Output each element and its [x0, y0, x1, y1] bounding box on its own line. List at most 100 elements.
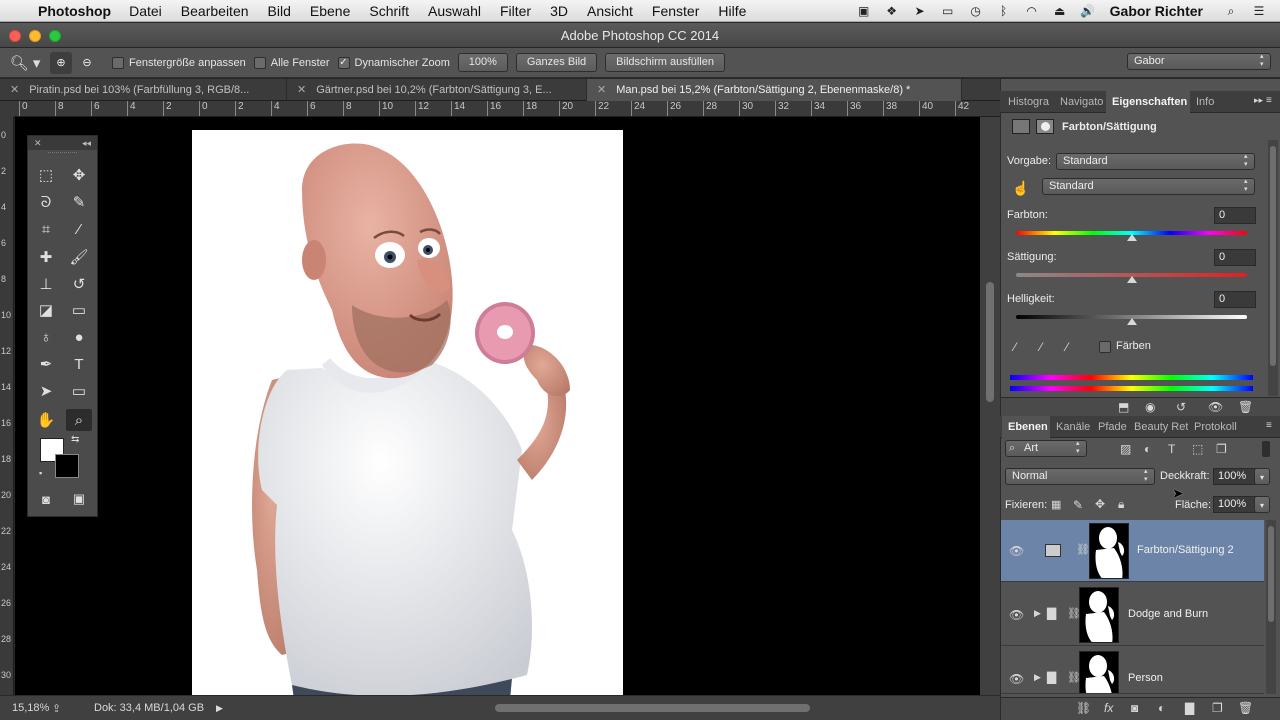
tab-paths[interactable]: Pfade: [1092, 416, 1128, 438]
hand-tool-icon[interactable]: ✋: [33, 409, 59, 431]
close-window-button[interactable]: [9, 30, 21, 42]
zoom-tool-icon[interactable]: ⌕: [66, 409, 92, 431]
new-adjustment-layer-icon[interactable]: ◐: [1158, 701, 1165, 715]
zoom-level[interactable]: 15,18%: [0, 702, 52, 714]
background-color-swatch[interactable]: [55, 454, 79, 478]
eyedropper-tool-icon[interactable]: ⁄: [66, 218, 92, 240]
eyedropper-minus-icon[interactable]: ⁄: [1066, 340, 1068, 354]
wifi-icon[interactable]: ◠: [1023, 4, 1041, 18]
forward-icon[interactable]: ➤: [911, 4, 929, 18]
tab-info[interactable]: Info: [1190, 91, 1226, 113]
layer-name[interactable]: Dodge and Burn: [1128, 608, 1208, 620]
vertical-scroll-thumb[interactable]: [986, 282, 994, 402]
zoom-100-button[interactable]: 100%: [457, 53, 508, 72]
expand-group-icon[interactable]: ▶: [1034, 672, 1041, 683]
menu-hilfe[interactable]: Hilfe: [718, 3, 746, 19]
layer-mask-thumbnail[interactable]: [1079, 651, 1119, 693]
pen-tool-icon[interactable]: ✒: [33, 353, 59, 375]
lightness-input[interactable]: 0: [1214, 291, 1256, 308]
menu-ebene[interactable]: Ebene: [310, 3, 350, 19]
quick-selection-tool-icon[interactable]: ✎: [66, 191, 92, 213]
visibility-eye-icon[interactable]: 👁︎: [1009, 608, 1024, 622]
dynamic-zoom-checkbox[interactable]: ✓: [337, 56, 350, 69]
opacity-slider-toggle[interactable]: ▾: [1254, 468, 1270, 485]
tab-histogram[interactable]: Histogra: [1002, 91, 1054, 113]
chain-link-icon[interactable]: ⛓︎: [1076, 543, 1090, 556]
blur-tool-icon[interactable]: ♁: [33, 326, 59, 348]
fit-window-checkbox[interactable]: [112, 56, 124, 69]
gradient-tool-icon[interactable]: ▭: [66, 299, 92, 321]
properties-scrollbar[interactable]: [1268, 140, 1278, 396]
eyedropper-icon[interactable]: ⁄: [1014, 340, 1016, 354]
layer-mask-icon[interactable]: [1036, 119, 1054, 134]
clip-to-layer-icon[interactable]: ⬒: [1118, 400, 1129, 414]
horizontal-ruler[interactable]: 0 8 6 4 2 0 2 4 6 8 10 12 14 16 18 20 22 24 26 28 30 32 34 36 38…: [14, 101, 1000, 117]
time-machine-icon[interactable]: ◷: [967, 4, 985, 18]
airplay-icon[interactable]: ▭: [939, 4, 957, 18]
opacity-input[interactable]: 100%: [1213, 468, 1257, 485]
close-tab-icon[interactable]: ✕: [297, 84, 306, 96]
menu-ansicht[interactable]: Ansicht: [587, 3, 633, 19]
preset-dropdown[interactable]: Standard: [1056, 153, 1255, 170]
tab-navigator[interactable]: Navigato: [1054, 91, 1106, 113]
visibility-eye-icon[interactable]: 👁︎: [1208, 400, 1223, 414]
hue-slider-knob[interactable]: [1127, 234, 1137, 241]
spotlight-search-icon[interactable]: ⌕: [1222, 4, 1240, 18]
tab-layers[interactable]: Ebenen: [1002, 416, 1050, 438]
new-group-icon[interactable]: ▇: [1185, 701, 1194, 715]
filter-toggle-switch[interactable]: [1262, 441, 1270, 457]
dodge-tool-icon[interactable]: ●: [66, 326, 92, 348]
fill-slider-toggle[interactable]: ▾: [1254, 496, 1270, 513]
zoom-in-icon[interactable]: ⊕: [50, 51, 72, 74]
layer-filter-dropdown[interactable]: Art: [1005, 440, 1087, 457]
delete-layer-icon[interactable]: 🗑︎: [1238, 701, 1253, 715]
tab-channels[interactable]: Kanäle: [1050, 416, 1092, 438]
layers-scrollbar[interactable]: [1266, 520, 1276, 694]
panel-menu-icon[interactable]: ≡: [1266, 95, 1272, 106]
monitor-icon[interactable]: ▣: [855, 4, 873, 18]
eject-icon[interactable]: ⏏: [1051, 4, 1069, 18]
ruler-corner[interactable]: [0, 101, 14, 117]
blend-mode-dropdown[interactable]: Normal: [1005, 468, 1155, 485]
tab-piratin[interactable]: ✕ Piratin.psd bei 103% (Farbfüllung 3, RG…: [0, 79, 287, 101]
close-panel-icon[interactable]: ✕: [34, 138, 42, 149]
rectangle-tool-icon[interactable]: ▭: [66, 380, 92, 402]
lasso-tool-icon[interactable]: ᘐ: [33, 191, 59, 213]
close-tab-icon[interactable]: ✕: [597, 84, 606, 96]
notification-list-icon[interactable]: ☰: [1250, 4, 1268, 18]
menu-3d[interactable]: 3D: [550, 3, 568, 19]
tab-man[interactable]: ✕ Man.psd bei 15,2% (Farbton/Sättigung 2,…: [587, 79, 962, 101]
crop-tool-icon[interactable]: ⌗: [33, 218, 59, 240]
tab-beauty-retouch[interactable]: Beauty Ret: [1128, 416, 1188, 438]
minimize-window-button[interactable]: [29, 30, 41, 42]
fill-input[interactable]: 100%: [1213, 496, 1257, 513]
colorize-checkbox[interactable]: [1099, 341, 1111, 353]
view-previous-icon[interactable]: ◉: [1145, 400, 1155, 414]
menu-app[interactable]: Photoshop: [38, 3, 111, 19]
swap-colors-icon[interactable]: ⇆: [71, 434, 79, 445]
zoom-out-icon[interactable]: ⊖: [76, 56, 98, 69]
screen-mode-icon[interactable]: ▣: [66, 488, 92, 510]
quick-mask-icon[interactable]: ◙: [33, 488, 59, 510]
expand-group-icon[interactable]: ▶: [1034, 608, 1041, 619]
horizontal-scroll-thumb[interactable]: [495, 704, 810, 712]
history-brush-tool-icon[interactable]: ↺: [66, 273, 92, 295]
filter-shape-layers-icon[interactable]: ⬚: [1192, 442, 1203, 456]
tab-properties[interactable]: Eigenschaften: [1106, 91, 1190, 113]
marquee-tool-icon[interactable]: ⬚: [33, 164, 59, 186]
add-mask-icon[interactable]: ◙: [1131, 701, 1138, 715]
whole-image-button[interactable]: Ganzes Bild: [515, 53, 598, 72]
filter-smart-objects-icon[interactable]: ❐: [1216, 442, 1227, 456]
menu-bild[interactable]: Bild: [268, 3, 291, 19]
layer-row[interactable]: 👁︎ ▶ ▇ ⛓︎ Dodge and Burn: [1001, 584, 1264, 646]
panel-menu-icon[interactable]: ≡: [1266, 420, 1272, 431]
menu-filter[interactable]: Filter: [500, 3, 531, 19]
eraser-tool-icon[interactable]: ◪: [33, 299, 59, 321]
eyedropper-plus-icon[interactable]: ⁄: [1040, 340, 1042, 354]
vertical-ruler[interactable]: 0 2 4 6 8 10 12 14 16 18 20 22 24 26 28 30: [0, 117, 14, 695]
hue-input[interactable]: 0: [1214, 207, 1256, 224]
layer-mask-thumbnail[interactable]: [1079, 587, 1119, 643]
collapse-panel-icon[interactable]: ◂◂: [82, 138, 91, 149]
layer-name[interactable]: Farbton/Sättigung 2: [1137, 544, 1234, 556]
fill-screen-button[interactable]: Bildschirm ausfüllen: [605, 53, 725, 72]
